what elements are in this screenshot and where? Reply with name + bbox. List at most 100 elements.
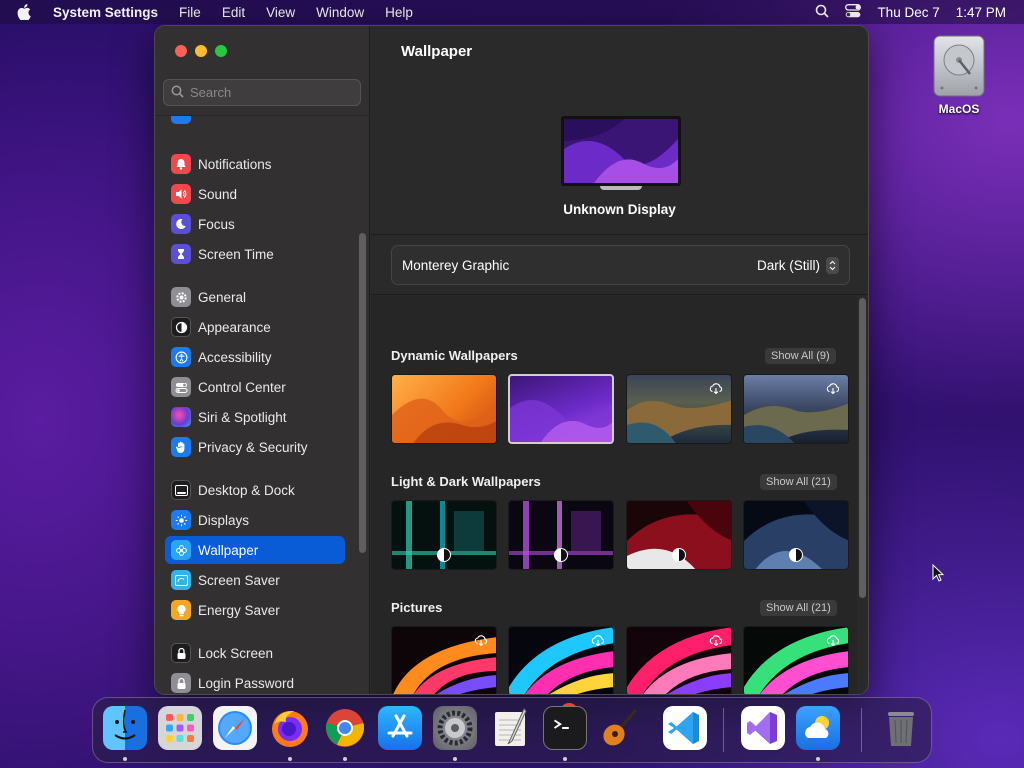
wallpaper-thumb[interactable] (743, 626, 849, 694)
window-controls (175, 45, 227, 57)
running-indicator (288, 757, 292, 761)
gear-icon (171, 287, 191, 307)
visual-studio-icon[interactable] (741, 706, 785, 750)
search-input[interactable] (190, 85, 350, 100)
guitar-icon[interactable] (598, 706, 642, 750)
main-scrollbar[interactable] (859, 298, 866, 598)
wallpaper-thumb[interactable] (743, 500, 849, 570)
bulb-icon (171, 600, 191, 620)
sidebar-item-privacy-security[interactable]: Privacy & Security (165, 433, 345, 461)
sidebar-item-focus[interactable]: Focus (165, 210, 345, 238)
minimize-button[interactable] (195, 45, 207, 57)
zoom-button[interactable] (215, 45, 227, 57)
sidebar-item-label: Wallpaper (198, 542, 259, 558)
sidebar-item-notifications[interactable]: Notifications (165, 150, 345, 178)
vscode-icon[interactable] (663, 706, 707, 750)
sidebar-item-login-password[interactable]: Login Password (165, 669, 345, 694)
sidebar-item-lock-screen[interactable]: Lock Screen (165, 639, 345, 667)
sidebar-item-label: Energy Saver (198, 602, 280, 618)
show-all-pictures-button[interactable]: Show All (21) (760, 600, 837, 616)
sidebar-item-label: Screen Time (198, 246, 274, 262)
cloud-download-icon (474, 633, 488, 651)
sidebar-item-label: Appearance (198, 319, 271, 335)
sidebar-search[interactable] (163, 79, 361, 106)
main-pane: Wallpaper Unknown Display Monterey Graph… (371, 26, 868, 694)
wallpaper-thumb[interactable] (391, 626, 497, 694)
running-indicator (123, 757, 127, 761)
menu-edit[interactable]: Edit (222, 5, 245, 20)
divider (371, 294, 868, 295)
apple-menu-icon[interactable] (17, 4, 37, 20)
wallpaper-thumb[interactable] (626, 626, 732, 694)
weather-icon[interactable] (796, 706, 840, 750)
wallpaper-thumb[interactable] (743, 374, 849, 444)
wallpaper-thumb[interactable] (626, 374, 732, 444)
display-preview-image (561, 116, 681, 186)
wallpaper-thumb[interactable] (391, 500, 497, 570)
system-settings-gear-icon[interactable] (433, 706, 477, 750)
close-button[interactable] (175, 45, 187, 57)
firefox-icon[interactable] (268, 706, 312, 750)
terminal-icon[interactable] (543, 706, 587, 750)
sidebar-item-label: Sound (198, 186, 238, 202)
sidebar-item-screen-time[interactable]: Screen Time (165, 240, 345, 268)
sidebar-item-accessibility[interactable]: Accessibility (165, 343, 345, 371)
appearance-select[interactable]: Dark (Still) (757, 256, 839, 274)
search-icon (171, 85, 184, 101)
sidebar-item-general[interactable]: General (165, 283, 345, 311)
sidebar-list: Notifications Sound Focus Screen Time Ge… (155, 115, 370, 694)
sidebar-item-sound[interactable]: Sound (165, 180, 345, 208)
display-preview (561, 116, 681, 190)
notepad-icon[interactable] (488, 706, 532, 750)
finder-icon[interactable] (103, 706, 147, 750)
sidebar-item-label: Focus (198, 216, 235, 232)
sidebar-item-displays[interactable]: Displays (165, 506, 345, 534)
menubar-time[interactable]: 1:47 PM (956, 5, 1006, 20)
sidebar-item-energy-saver[interactable]: Energy Saver (165, 596, 345, 624)
wallpaper-thumb[interactable] (391, 374, 497, 444)
menu-app-name[interactable]: System Settings (53, 5, 158, 20)
flower-icon (171, 540, 191, 560)
launchpad-icon[interactable] (158, 706, 202, 750)
sidebar-item-partial[interactable] (165, 116, 345, 128)
menu-view[interactable]: View (266, 5, 295, 20)
sidebar-scrollbar[interactable] (359, 233, 366, 553)
circle-half-icon (171, 317, 191, 337)
trash-icon[interactable] (879, 706, 923, 750)
light-dark-mode-icon (789, 548, 803, 562)
menu-window[interactable]: Window (316, 5, 364, 20)
sidebar-item-appearance[interactable]: Appearance (165, 313, 345, 341)
control-center-icon[interactable] (845, 3, 862, 21)
sidebar-item-label: Lock Screen (198, 645, 274, 661)
sidebar-item-control-center[interactable]: Control Center (165, 373, 345, 401)
wallpaper-thumb[interactable] (508, 500, 614, 570)
menu-file[interactable]: File (179, 5, 201, 20)
show-all-dynamic-button[interactable]: Show All (9) (765, 348, 836, 364)
wallpaper-thumb[interactable] (508, 626, 614, 694)
bell-icon (171, 154, 191, 174)
spotlight-search-icon[interactable] (815, 4, 830, 21)
show-all-light-dark-button[interactable]: Show All (21) (760, 474, 837, 490)
menu-help[interactable]: Help (385, 5, 413, 20)
sidebar-item-desktop-dock[interactable]: Desktop & Dock (165, 476, 345, 504)
app-store-icon[interactable] (378, 706, 422, 750)
running-indicator (453, 757, 457, 761)
wallpaper-thumb-selected[interactable] (508, 374, 614, 444)
display-stand (600, 186, 642, 190)
sidebar-item-label: Privacy & Security (198, 439, 308, 455)
sidebar-item-screen-saver[interactable]: Screen Saver (165, 566, 345, 594)
moon-icon (171, 214, 191, 234)
screensaver-icon (171, 570, 191, 590)
desktop-icon-macos[interactable]: MacOS (926, 34, 992, 116)
wallpaper-thumb[interactable] (626, 500, 732, 570)
light-dark-mode-icon (672, 548, 686, 562)
chevron-up-down-icon (826, 256, 839, 274)
sidebar-item-wallpaper[interactable]: Wallpaper (165, 536, 345, 564)
cloud-download-icon (709, 381, 723, 399)
cloud-download-icon (826, 633, 840, 651)
safari-icon[interactable] (213, 706, 257, 750)
menubar-date[interactable]: Thu Dec 7 (877, 5, 939, 20)
chrome-icon[interactable] (323, 706, 367, 750)
sidebar-item-label: Desktop & Dock (198, 482, 295, 498)
sidebar-item-siri-spotlight[interactable]: Siri & Spotlight (165, 403, 345, 431)
